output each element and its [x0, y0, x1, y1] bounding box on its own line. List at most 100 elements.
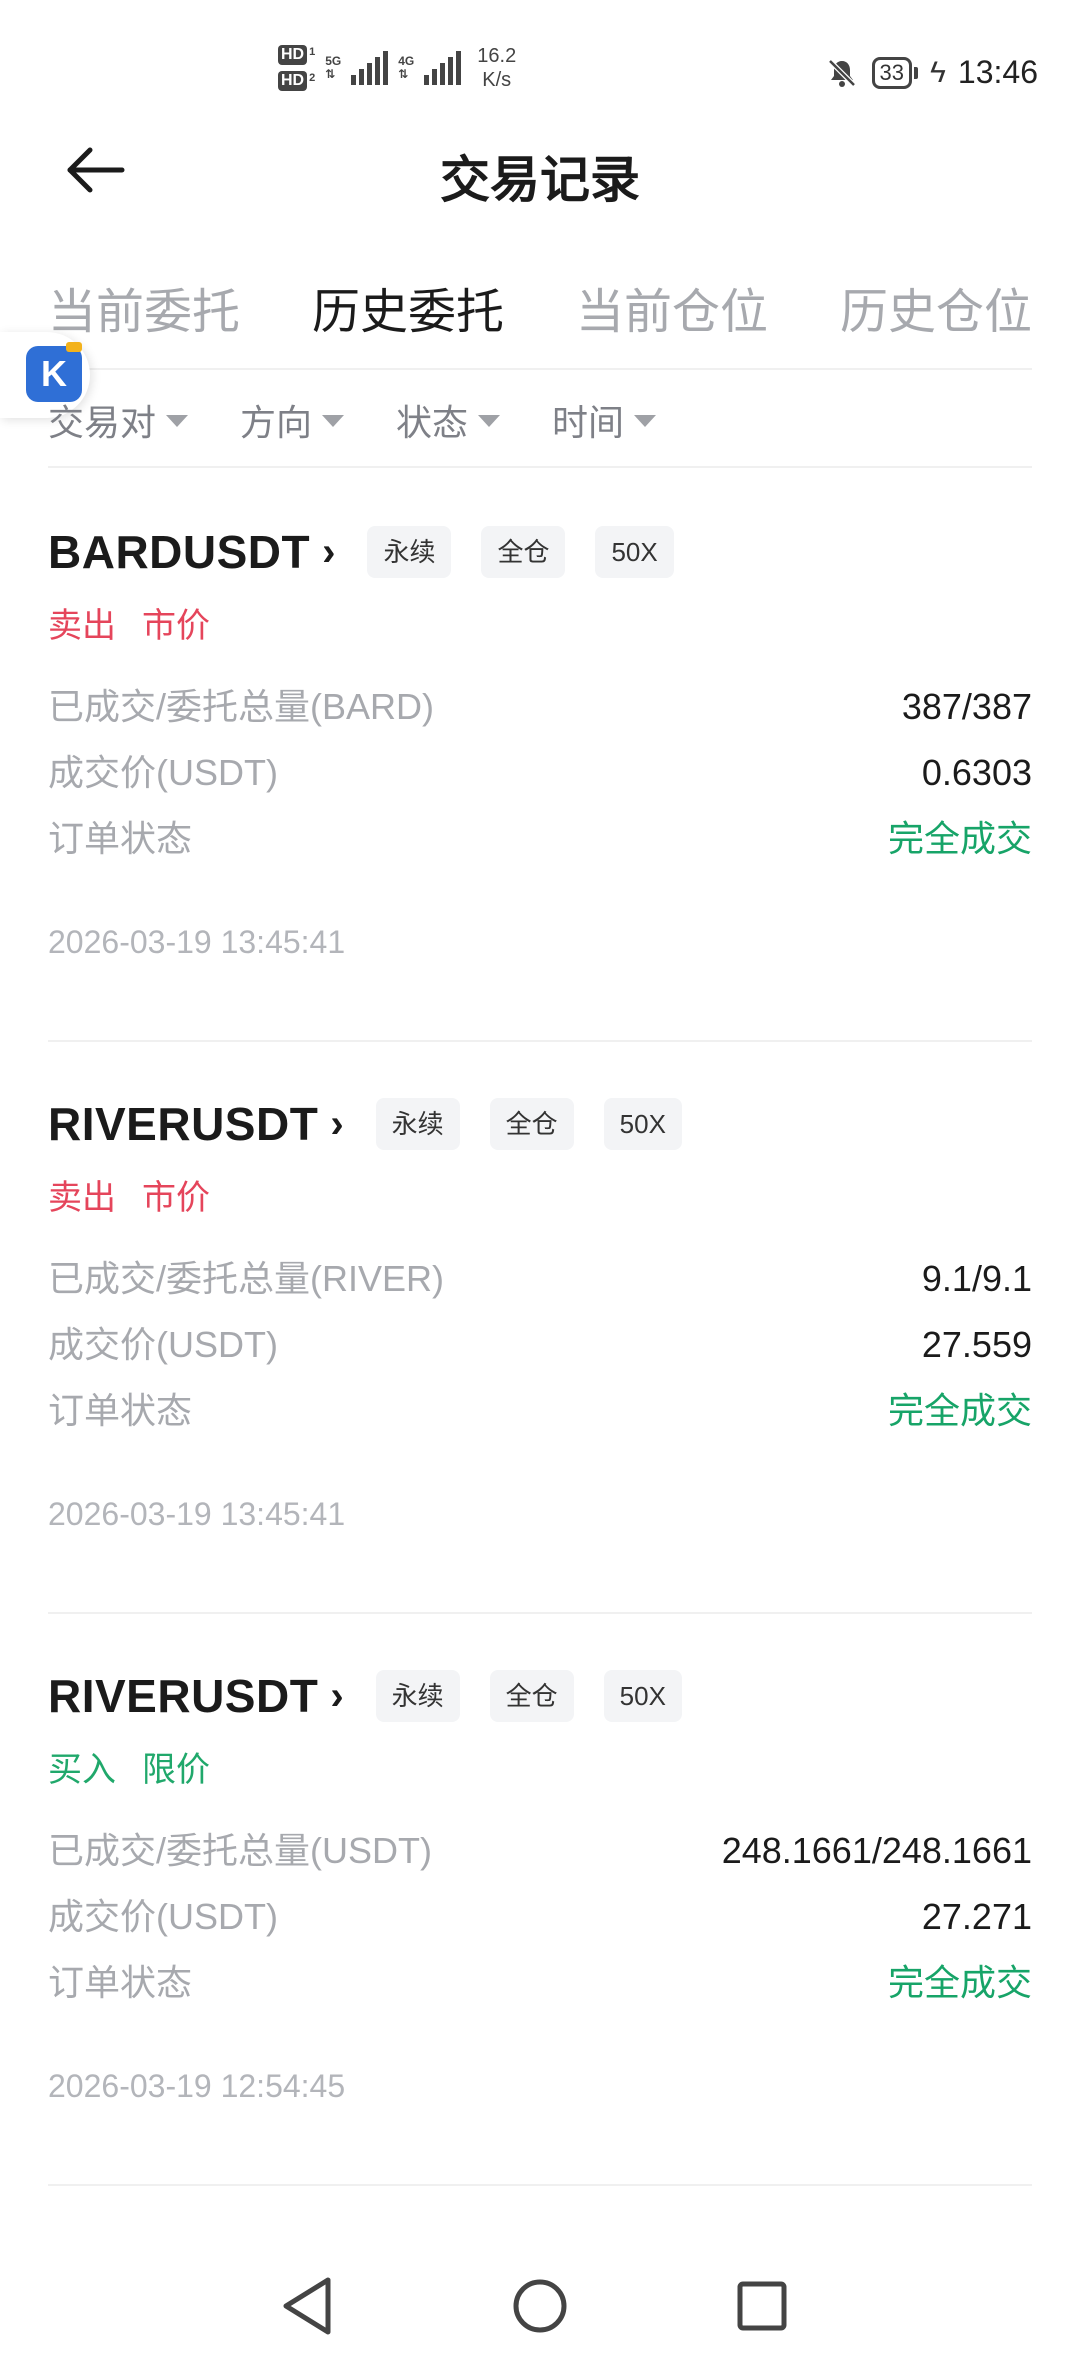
filter-direction-label: 方向: [240, 402, 313, 443]
signal-icon-1: [351, 51, 389, 85]
filter-time[interactable]: 时间: [552, 394, 657, 446]
tag-margin-mode: 全仓: [481, 526, 566, 578]
caret-down-icon: [322, 415, 345, 427]
order-header: RIVERUSDT › 永续 全仓 50X: [48, 1096, 712, 1152]
caret-down-icon: [634, 415, 657, 427]
order-side-row: 卖出 市价: [48, 598, 210, 647]
status-bar: HD 1 HD 2 5G ⇅ 4G ⇅ 16.2 K/s 33 ϟ 13:46: [0, 0, 1080, 130]
status-row: 订单状态 完全成交: [48, 816, 1032, 862]
status-label: 订单状态: [48, 1962, 193, 2003]
order-type: 限价: [142, 1751, 210, 1789]
charging-icon: ϟ: [930, 55, 946, 89]
order-type: 市价: [142, 607, 210, 645]
battery-icon: 33: [871, 56, 919, 89]
filled-label: 已成交/委托总量(USDT): [48, 1830, 432, 1871]
price-row: 成交价(USDT) 0.6303: [48, 750, 1032, 796]
order-side: 买入: [48, 1751, 116, 1789]
price-value: 0.6303: [921, 752, 1032, 793]
order-side-row: 卖出 市价: [48, 1170, 210, 1219]
trading-pair[interactable]: RIVERUSDT: [48, 1097, 318, 1151]
filter-pair[interactable]: 交易对: [48, 394, 189, 446]
page-title: 交易记录: [440, 152, 640, 208]
tag-contract-type: 永续: [367, 526, 452, 578]
filter-status[interactable]: 状态: [396, 394, 501, 446]
price-label: 成交价(USDT): [48, 1896, 278, 1937]
nav-back-icon[interactable]: [268, 2266, 348, 2346]
hd-badge-1: HD: [278, 45, 308, 65]
hd-badge-2: HD: [278, 71, 308, 91]
network-type-2: 4G ⇅: [398, 54, 415, 81]
chevron-right-icon[interactable]: ›: [330, 1674, 343, 1719]
filter-pair-label: 交易对: [48, 402, 157, 443]
hd-badge-1-index: 1: [309, 46, 316, 58]
price-row: 成交价(USDT) 27.271: [48, 1894, 1032, 1940]
order-time: 2026-03-19 12:54:45: [48, 2068, 346, 2104]
filled-row: 已成交/委托总量(USDT) 248.1661/248.1661: [48, 1828, 1032, 1874]
filter-time-label: 时间: [552, 402, 625, 443]
status-label: 订单状态: [48, 1390, 193, 1431]
battery-level: 33: [871, 56, 913, 89]
tag-leverage: 50X: [603, 1098, 682, 1150]
status-left: HD 1 HD 2 5G ⇅ 4G ⇅ 16.2 K/s: [278, 44, 516, 92]
order-side-row: 买入 限价: [48, 1742, 210, 1791]
order-card[interactable]: RIVERUSDT › 永续 全仓 50X 卖出 市价 已成交/委托总量(RIV…: [48, 1042, 1032, 1614]
tab-order-history[interactable]: 历史委托: [312, 278, 504, 368]
chevron-right-icon[interactable]: ›: [322, 530, 335, 575]
status-clock: 13:46: [957, 54, 1038, 90]
price-label: 成交价(USDT): [48, 752, 278, 793]
order-time: 2026-03-19 13:45:41: [48, 924, 346, 960]
order-card[interactable]: RIVERUSDT › 永续 全仓 50X 买入 限价 已成交/委托总量(USD…: [48, 1614, 1032, 2186]
filled-row: 已成交/委托总量(BARD) 387/387: [48, 684, 1032, 730]
status-row: 订单状态 完全成交: [48, 1388, 1032, 1434]
network-speed-value: 16.2: [477, 45, 517, 67]
chevron-right-icon[interactable]: ›: [330, 1102, 343, 1147]
order-side: 卖出: [48, 1179, 116, 1217]
tag-margin-mode: 全仓: [489, 1098, 574, 1150]
trading-pair[interactable]: RIVERUSDT: [48, 1669, 318, 1723]
filled-value: 387/387: [901, 686, 1032, 727]
caret-down-icon: [478, 415, 501, 427]
price-value: 27.271: [921, 1896, 1032, 1937]
network-speed-unit: K/s: [482, 69, 512, 91]
tag-leverage: 50X: [595, 526, 674, 578]
tag-leverage: 50X: [603, 1670, 682, 1722]
network-speed: 16.2 K/s: [477, 44, 516, 92]
filter-status-label: 状态: [396, 402, 469, 443]
caret-down-icon: [166, 415, 189, 427]
order-side: 卖出: [48, 607, 116, 645]
status-right: 33 ϟ 13:46: [824, 54, 1038, 91]
filter-bar: 交易对 方向 状态 时间: [48, 374, 1032, 468]
tab-bar: 当前委托 历史委托 当前仓位 历史仓位: [48, 278, 1032, 370]
tag-margin-mode: 全仓: [489, 1670, 574, 1722]
nav-home-icon[interactable]: [500, 2266, 580, 2346]
system-nav-bar: [0, 2236, 1080, 2376]
status-label: 订单状态: [48, 818, 193, 859]
status-value: 完全成交: [887, 1962, 1032, 2003]
tab-current-positions[interactable]: 当前仓位: [576, 278, 768, 368]
price-label: 成交价(USDT): [48, 1324, 278, 1365]
tab-position-history[interactable]: 历史仓位: [840, 278, 1032, 368]
filled-value: 248.1661/248.1661: [721, 1830, 1032, 1871]
filter-direction[interactable]: 方向: [240, 394, 345, 446]
price-value: 27.559: [921, 1324, 1032, 1365]
status-value: 完全成交: [887, 818, 1032, 859]
hd-badge-2-index: 2: [309, 72, 316, 84]
price-row: 成交价(USDT) 27.559: [48, 1322, 1032, 1368]
trading-pair[interactable]: BARDUSDT: [48, 525, 310, 579]
badge-dot: [66, 342, 82, 352]
sim-indicators: HD 1 HD 2: [278, 45, 315, 91]
order-header: RIVERUSDT › 永续 全仓 50X: [48, 1668, 712, 1724]
filled-value: 9.1/9.1: [921, 1258, 1032, 1299]
order-header: BARDUSDT › 永续 全仓 50X: [48, 524, 704, 580]
status-value: 完全成交: [887, 1390, 1032, 1431]
filled-label: 已成交/委托总量(RIVER): [48, 1258, 445, 1299]
order-card[interactable]: BARDUSDT › 永续 全仓 50X 卖出 市价 已成交/委托总量(BARD…: [48, 470, 1032, 1042]
order-type: 市价: [142, 1179, 210, 1217]
network-type-1: 5G ⇅: [325, 54, 342, 81]
filled-label: 已成交/委托总量(BARD): [48, 686, 434, 727]
order-time: 2026-03-19 13:45:41: [48, 1496, 346, 1532]
signal-icon-2: [424, 51, 462, 85]
tag-contract-type: 永续: [375, 1670, 460, 1722]
nav-recents-icon[interactable]: [722, 2266, 802, 2346]
filled-row: 已成交/委托总量(RIVER) 9.1/9.1: [48, 1256, 1032, 1302]
